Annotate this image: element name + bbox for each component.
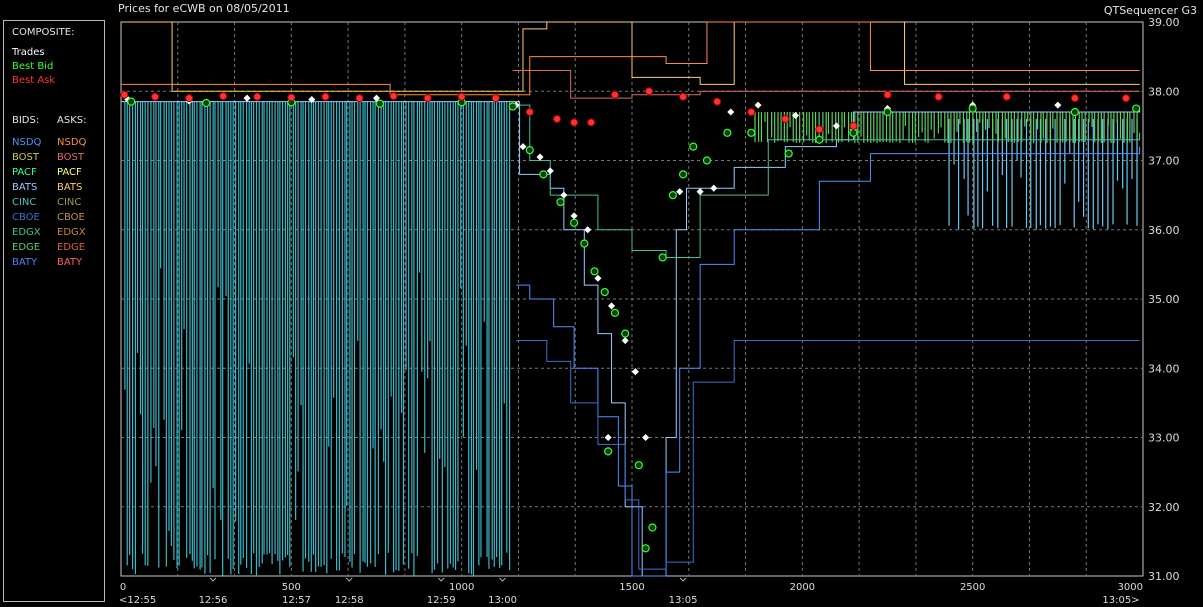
best-ask-point <box>321 92 330 101</box>
x-time-label: 12:58 <box>335 595 364 606</box>
x-tick-label: 2000 <box>790 582 815 593</box>
y-tick-label: 35.00 <box>1148 293 1180 306</box>
best-bid-point <box>968 104 977 113</box>
x-tick-label: 1000 <box>449 582 474 593</box>
best-bid-point <box>621 329 630 338</box>
best-bid-point <box>883 107 892 117</box>
best-ask-point <box>934 92 943 101</box>
best-bid-point <box>641 544 650 553</box>
best-ask-point <box>645 87 654 96</box>
best-ask-point <box>1121 94 1130 103</box>
y-tick-label: 33.00 <box>1148 432 1180 445</box>
best-ask-point <box>679 92 688 101</box>
best-ask-point <box>713 97 722 106</box>
best-ask-point <box>849 121 858 130</box>
best-ask-point <box>570 118 579 127</box>
best-ask-point <box>815 125 824 134</box>
x-tick-label: 3000 <box>1118 582 1143 593</box>
y-tick-label: 39.00 <box>1148 16 1180 29</box>
x-marker-tick <box>499 577 506 582</box>
best-ask-point <box>747 108 756 117</box>
best-bid-point <box>1070 107 1079 117</box>
x-marker-tick <box>437 577 445 582</box>
best-bid-point <box>784 149 793 158</box>
best-bid-point <box>1132 104 1141 113</box>
best-bid-point <box>202 98 211 108</box>
best-bid-point <box>375 99 385 108</box>
best-bid-point <box>580 239 589 248</box>
best-bid-point <box>815 135 824 144</box>
x-time-label: 13:05 <box>669 595 698 606</box>
best-ask-point <box>587 118 596 127</box>
best-ask-point <box>1070 94 1079 103</box>
best-bid-point <box>600 287 609 297</box>
best-bid-point <box>648 523 657 532</box>
x-marker-tick <box>345 577 353 582</box>
best-bid-point <box>747 128 756 137</box>
best-ask-point <box>525 108 534 117</box>
y-tick-label: 31.00 <box>1148 570 1180 583</box>
best-bid-point <box>610 308 620 317</box>
best-bid-point <box>590 267 599 276</box>
x-tick-label: 2500 <box>960 582 985 593</box>
y-tick-label: 32.00 <box>1148 501 1180 514</box>
x-tick-label: 1500 <box>619 582 644 593</box>
x-time-label: <12:55 <box>119 595 156 606</box>
x-tick-label: 500 <box>282 582 301 593</box>
price-chart: 31.00 32.00 33.00 34.00 35.00 36.00 37.00 38.00… <box>119 16 1180 606</box>
best-ask-point <box>457 92 466 101</box>
y-tick-label: 34.00 <box>1148 362 1180 375</box>
best-ask-point <box>491 94 500 103</box>
x-tick-label: 0 <box>120 582 126 593</box>
best-bid-point <box>634 461 643 470</box>
best-ask-point <box>389 92 398 101</box>
best-bid-point <box>658 253 667 262</box>
best-bid-point <box>127 97 136 106</box>
best-bid-point <box>556 197 565 207</box>
best-ask-point <box>355 94 364 103</box>
best-ask-point <box>120 90 129 99</box>
best-ask-point <box>253 92 262 101</box>
best-bid-point <box>525 146 534 155</box>
x-time-label: 12:57 <box>282 595 311 606</box>
best-bid-point <box>569 218 579 227</box>
x-time-label: 12:59 <box>427 595 456 606</box>
best-bid-point <box>604 447 613 456</box>
best-bid-point <box>539 170 548 179</box>
best-ask-point <box>553 114 562 123</box>
best-ask-point <box>1002 92 1011 101</box>
best-ask-point <box>219 92 228 101</box>
best-ask-point <box>185 94 194 103</box>
best-bid-point <box>689 142 698 151</box>
x-time-label: 13:05> <box>1102 595 1139 606</box>
best-bid-point <box>678 170 688 179</box>
best-ask-point <box>781 114 790 123</box>
x-time-label: 13:00 <box>488 595 517 606</box>
best-bid-point <box>668 191 677 200</box>
x-time-label: 12:56 <box>199 595 228 606</box>
y-tick-label: 37.00 <box>1148 155 1180 168</box>
best-bid-point <box>849 128 858 137</box>
best-bid-point <box>702 156 712 165</box>
best-ask-point <box>151 92 160 101</box>
best-bid-point <box>508 102 517 111</box>
best-ask-point <box>610 90 619 99</box>
best-ask-point <box>883 90 892 99</box>
x-marker-tick <box>679 577 687 582</box>
best-ask-point <box>287 93 296 102</box>
y-tick-label: 36.00 <box>1148 224 1180 237</box>
best-ask-point <box>423 94 432 103</box>
best-bid-point <box>723 128 732 137</box>
x-marker-tick <box>209 577 217 582</box>
y-tick-label: 38.00 <box>1148 85 1180 98</box>
